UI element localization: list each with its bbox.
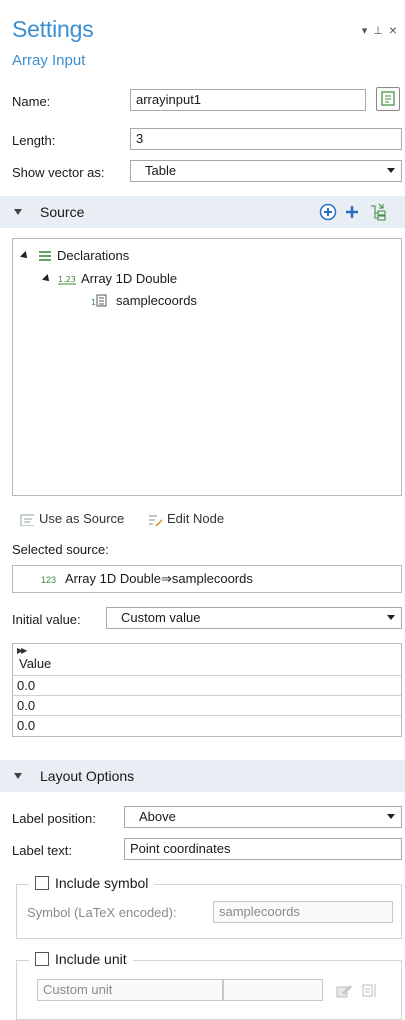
dropdown-icon[interactable]: ▾ xyxy=(362,24,368,37)
include-unit-legend[interactable]: Include unit xyxy=(29,951,133,967)
include-symbol-checkbox[interactable] xyxy=(35,876,49,890)
value-table[interactable]: ▶▶ Value 0.0 0.0 0.0 xyxy=(12,643,402,737)
add-icon[interactable] xyxy=(344,204,360,220)
use-as-source-button[interactable]: Use as Source xyxy=(20,511,124,526)
tree-item-samplecoords[interactable]: 1 samplecoords xyxy=(91,293,197,308)
unit-value-field[interactable] xyxy=(223,979,323,1001)
tree-node-icon[interactable] xyxy=(368,202,388,222)
table-row[interactable]: 0.0 xyxy=(13,716,401,736)
expand-icon[interactable] xyxy=(42,273,52,284)
show-vector-select[interactable]: Table xyxy=(130,160,402,182)
svg-text:1: 1 xyxy=(91,298,96,307)
name-label: Name: xyxy=(12,94,51,109)
number-type-icon: 123 xyxy=(41,575,57,585)
include-symbol-label: Include symbol xyxy=(55,875,149,891)
tree-item-label: Declarations xyxy=(57,248,130,263)
name-input[interactable]: arrayinput1 xyxy=(130,89,366,111)
include-symbol-legend[interactable]: Include symbol xyxy=(29,875,155,891)
initial-value-label: Initial value: xyxy=(12,612,81,627)
source-section-header[interactable]: Source xyxy=(0,196,405,228)
label-text-input[interactable]: Point coordinates xyxy=(124,838,402,860)
table-row[interactable]: 0.0 xyxy=(13,696,401,716)
collapse-icon xyxy=(14,773,22,779)
svg-text:1.23: 1.23 xyxy=(58,275,76,284)
selected-source-value: Array 1D Double⇒samplecoords xyxy=(64,571,253,586)
source-header-label: Source xyxy=(40,204,85,220)
collapse-icon xyxy=(14,209,22,215)
source-tree[interactable]: Declarations 1.23 Array 1D Double 1 samp… xyxy=(12,238,402,496)
edit-node-label: Edit Node xyxy=(167,511,225,526)
tree-item-array[interactable]: 1.23 Array 1D Double xyxy=(42,271,178,286)
include-unit-checkbox[interactable] xyxy=(35,952,49,966)
tree-item-declarations[interactable]: Declarations xyxy=(20,248,130,263)
notes-button[interactable] xyxy=(376,87,400,111)
expand-icon[interactable] xyxy=(20,250,30,261)
chevron-down-icon xyxy=(387,615,395,620)
symbol-label: Symbol (LaTeX encoded): xyxy=(27,905,177,920)
custom-unit-input[interactable]: Custom unit xyxy=(37,979,223,1001)
use-as-source-label: Use as Source xyxy=(39,511,125,526)
show-vector-label: Show vector as: xyxy=(12,165,105,180)
table-header: ▶▶ Value xyxy=(13,644,401,676)
tree-item-label: samplecoords xyxy=(116,293,197,308)
initial-value-select[interactable]: Custom value xyxy=(106,607,402,629)
label-position-select[interactable]: Above xyxy=(124,806,402,828)
length-label: Length: xyxy=(12,133,56,148)
list-icon xyxy=(39,250,51,261)
use-as-source-icon xyxy=(20,514,34,526)
vector-icon: 1 xyxy=(91,294,107,307)
selected-source-label: Selected source: xyxy=(12,542,109,557)
tree-item-label: Array 1D Double xyxy=(81,271,178,286)
label-text-label: Label text: xyxy=(12,843,72,858)
label-position-label: Label position: xyxy=(12,811,96,826)
show-vector-value: Table xyxy=(145,163,177,178)
panel-subtitle: Array Input xyxy=(12,52,86,69)
include-symbol-group: Include symbol Symbol (LaTeX encoded): s… xyxy=(16,875,402,939)
initial-value-value: Custom value xyxy=(121,610,201,625)
include-unit-label: Include unit xyxy=(55,951,127,967)
symbol-input[interactable]: samplecoords xyxy=(213,901,393,923)
length-input[interactable]: 3 xyxy=(130,128,402,150)
column-header-value: Value xyxy=(19,656,52,671)
insert-unit-icon[interactable] xyxy=(361,981,379,999)
array-icon: 1.23 xyxy=(58,275,76,284)
chevron-down-icon xyxy=(387,168,395,173)
selected-source-field: 123 Array 1D Double⇒samplecoords xyxy=(12,565,402,593)
edit-node-button[interactable]: Edit Node xyxy=(148,511,224,526)
layout-header-label: Layout Options xyxy=(40,768,135,784)
edit-icon xyxy=(149,515,162,526)
pin-icon[interactable]: ⊥ xyxy=(373,24,383,37)
layout-section-header[interactable]: Layout Options xyxy=(0,760,405,792)
table-row[interactable]: 0.0 xyxy=(13,676,401,696)
close-icon[interactable]: × xyxy=(389,22,397,38)
panel-title: Settings xyxy=(12,16,94,42)
edit-unit-icon[interactable] xyxy=(335,981,353,999)
add-circle-icon[interactable] xyxy=(319,203,337,221)
fast-forward-icon[interactable]: ▶▶ xyxy=(17,646,27,655)
include-unit-group: Include unit Custom unit xyxy=(16,951,402,1020)
chevron-down-icon xyxy=(387,814,395,819)
window-controls: ▾ ⊥ × xyxy=(362,22,397,38)
label-position-value: Above xyxy=(139,809,176,824)
notes-icon xyxy=(381,91,395,106)
